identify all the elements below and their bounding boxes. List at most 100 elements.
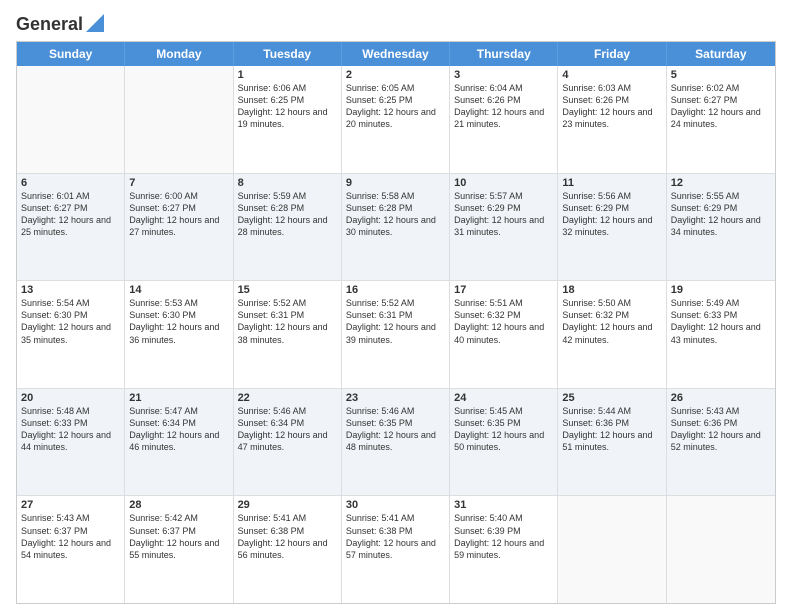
day-number: 23 bbox=[346, 392, 445, 404]
day-info: Sunrise: 6:05 AM Sunset: 6:25 PM Dayligh… bbox=[346, 82, 445, 131]
day-number: 18 bbox=[562, 284, 661, 296]
day-info: Sunrise: 5:41 AM Sunset: 6:38 PM Dayligh… bbox=[238, 512, 337, 561]
day-number: 6 bbox=[21, 177, 120, 189]
day-info: Sunrise: 5:41 AM Sunset: 6:38 PM Dayligh… bbox=[346, 512, 445, 561]
day-number: 8 bbox=[238, 177, 337, 189]
calendar-cell-5: 5Sunrise: 6:02 AM Sunset: 6:27 PM Daylig… bbox=[667, 66, 775, 173]
calendar-cell-15: 15Sunrise: 5:52 AM Sunset: 6:31 PM Dayli… bbox=[234, 281, 342, 388]
day-number: 2 bbox=[346, 69, 445, 81]
calendar-cell-17: 17Sunrise: 5:51 AM Sunset: 6:32 PM Dayli… bbox=[450, 281, 558, 388]
day-info: Sunrise: 5:45 AM Sunset: 6:35 PM Dayligh… bbox=[454, 405, 553, 454]
day-info: Sunrise: 5:42 AM Sunset: 6:37 PM Dayligh… bbox=[129, 512, 228, 561]
calendar-cell-20: 20Sunrise: 5:48 AM Sunset: 6:33 PM Dayli… bbox=[17, 389, 125, 496]
day-info: Sunrise: 5:50 AM Sunset: 6:32 PM Dayligh… bbox=[562, 297, 661, 346]
day-number: 3 bbox=[454, 69, 553, 81]
cal-header-day: Monday bbox=[125, 42, 233, 66]
calendar-cell-19: 19Sunrise: 5:49 AM Sunset: 6:33 PM Dayli… bbox=[667, 281, 775, 388]
day-number: 21 bbox=[129, 392, 228, 404]
day-number: 1 bbox=[238, 69, 337, 81]
day-number: 5 bbox=[671, 69, 771, 81]
day-info: Sunrise: 5:56 AM Sunset: 6:29 PM Dayligh… bbox=[562, 190, 661, 239]
day-number: 26 bbox=[671, 392, 771, 404]
day-info: Sunrise: 5:51 AM Sunset: 6:32 PM Dayligh… bbox=[454, 297, 553, 346]
day-number: 17 bbox=[454, 284, 553, 296]
calendar-cell-30: 30Sunrise: 5:41 AM Sunset: 6:38 PM Dayli… bbox=[342, 496, 450, 603]
calendar-cell-22: 22Sunrise: 5:46 AM Sunset: 6:34 PM Dayli… bbox=[234, 389, 342, 496]
calendar-cell-24: 24Sunrise: 5:45 AM Sunset: 6:35 PM Dayli… bbox=[450, 389, 558, 496]
day-number: 4 bbox=[562, 69, 661, 81]
day-info: Sunrise: 6:00 AM Sunset: 6:27 PM Dayligh… bbox=[129, 190, 228, 239]
calendar-header: SundayMondayTuesdayWednesdayThursdayFrid… bbox=[17, 42, 775, 66]
day-info: Sunrise: 5:40 AM Sunset: 6:39 PM Dayligh… bbox=[454, 512, 553, 561]
calendar-row: 27Sunrise: 5:43 AM Sunset: 6:37 PM Dayli… bbox=[17, 495, 775, 603]
day-info: Sunrise: 6:06 AM Sunset: 6:25 PM Dayligh… bbox=[238, 82, 337, 131]
day-number: 20 bbox=[21, 392, 120, 404]
calendar-cell-11: 11Sunrise: 5:56 AM Sunset: 6:29 PM Dayli… bbox=[558, 174, 666, 281]
calendar-cell-31: 31Sunrise: 5:40 AM Sunset: 6:39 PM Dayli… bbox=[450, 496, 558, 603]
calendar-cell-13: 13Sunrise: 5:54 AM Sunset: 6:30 PM Dayli… bbox=[17, 281, 125, 388]
calendar-cell-empty bbox=[558, 496, 666, 603]
day-info: Sunrise: 6:02 AM Sunset: 6:27 PM Dayligh… bbox=[671, 82, 771, 131]
day-info: Sunrise: 6:04 AM Sunset: 6:26 PM Dayligh… bbox=[454, 82, 553, 131]
cal-header-day: Saturday bbox=[667, 42, 775, 66]
calendar-cell-10: 10Sunrise: 5:57 AM Sunset: 6:29 PM Dayli… bbox=[450, 174, 558, 281]
day-info: Sunrise: 5:53 AM Sunset: 6:30 PM Dayligh… bbox=[129, 297, 228, 346]
calendar-cell-16: 16Sunrise: 5:52 AM Sunset: 6:31 PM Dayli… bbox=[342, 281, 450, 388]
day-number: 16 bbox=[346, 284, 445, 296]
day-number: 9 bbox=[346, 177, 445, 189]
calendar-cell-28: 28Sunrise: 5:42 AM Sunset: 6:37 PM Dayli… bbox=[125, 496, 233, 603]
page: General SundayMondayTuesdayWednesdayThur… bbox=[0, 0, 792, 612]
calendar-cell-7: 7Sunrise: 6:00 AM Sunset: 6:27 PM Daylig… bbox=[125, 174, 233, 281]
calendar-cell-4: 4Sunrise: 6:03 AM Sunset: 6:26 PM Daylig… bbox=[558, 66, 666, 173]
day-number: 22 bbox=[238, 392, 337, 404]
day-number: 28 bbox=[129, 499, 228, 511]
calendar-row: 20Sunrise: 5:48 AM Sunset: 6:33 PM Dayli… bbox=[17, 388, 775, 496]
day-number: 15 bbox=[238, 284, 337, 296]
day-info: Sunrise: 6:03 AM Sunset: 6:26 PM Dayligh… bbox=[562, 82, 661, 131]
day-number: 14 bbox=[129, 284, 228, 296]
day-number: 29 bbox=[238, 499, 337, 511]
day-info: Sunrise: 5:54 AM Sunset: 6:30 PM Dayligh… bbox=[21, 297, 120, 346]
day-info: Sunrise: 5:48 AM Sunset: 6:33 PM Dayligh… bbox=[21, 405, 120, 454]
day-number: 11 bbox=[562, 177, 661, 189]
day-number: 7 bbox=[129, 177, 228, 189]
cal-header-day: Sunday bbox=[17, 42, 125, 66]
header: General bbox=[16, 12, 776, 33]
day-info: Sunrise: 5:55 AM Sunset: 6:29 PM Dayligh… bbox=[671, 190, 771, 239]
cal-header-day: Wednesday bbox=[342, 42, 450, 66]
day-info: Sunrise: 5:43 AM Sunset: 6:37 PM Dayligh… bbox=[21, 512, 120, 561]
calendar-cell-2: 2Sunrise: 6:05 AM Sunset: 6:25 PM Daylig… bbox=[342, 66, 450, 173]
calendar-cell-empty bbox=[17, 66, 125, 173]
day-number: 19 bbox=[671, 284, 771, 296]
day-number: 30 bbox=[346, 499, 445, 511]
calendar-cell-empty bbox=[667, 496, 775, 603]
calendar-cell-12: 12Sunrise: 5:55 AM Sunset: 6:29 PM Dayli… bbox=[667, 174, 775, 281]
day-info: Sunrise: 5:43 AM Sunset: 6:36 PM Dayligh… bbox=[671, 405, 771, 454]
day-info: Sunrise: 5:46 AM Sunset: 6:34 PM Dayligh… bbox=[238, 405, 337, 454]
logo-icon bbox=[86, 14, 104, 32]
calendar-row: 13Sunrise: 5:54 AM Sunset: 6:30 PM Dayli… bbox=[17, 280, 775, 388]
day-info: Sunrise: 6:01 AM Sunset: 6:27 PM Dayligh… bbox=[21, 190, 120, 239]
day-number: 12 bbox=[671, 177, 771, 189]
day-info: Sunrise: 5:58 AM Sunset: 6:28 PM Dayligh… bbox=[346, 190, 445, 239]
day-number: 24 bbox=[454, 392, 553, 404]
calendar-cell-26: 26Sunrise: 5:43 AM Sunset: 6:36 PM Dayli… bbox=[667, 389, 775, 496]
day-info: Sunrise: 5:44 AM Sunset: 6:36 PM Dayligh… bbox=[562, 405, 661, 454]
calendar-cell-empty bbox=[125, 66, 233, 173]
calendar-cell-25: 25Sunrise: 5:44 AM Sunset: 6:36 PM Dayli… bbox=[558, 389, 666, 496]
cal-header-day: Tuesday bbox=[234, 42, 342, 66]
day-number: 10 bbox=[454, 177, 553, 189]
calendar-row: 1Sunrise: 6:06 AM Sunset: 6:25 PM Daylig… bbox=[17, 66, 775, 173]
calendar-cell-8: 8Sunrise: 5:59 AM Sunset: 6:28 PM Daylig… bbox=[234, 174, 342, 281]
day-number: 25 bbox=[562, 392, 661, 404]
calendar-cell-29: 29Sunrise: 5:41 AM Sunset: 6:38 PM Dayli… bbox=[234, 496, 342, 603]
calendar-cell-9: 9Sunrise: 5:58 AM Sunset: 6:28 PM Daylig… bbox=[342, 174, 450, 281]
calendar-row: 6Sunrise: 6:01 AM Sunset: 6:27 PM Daylig… bbox=[17, 173, 775, 281]
day-info: Sunrise: 5:49 AM Sunset: 6:33 PM Dayligh… bbox=[671, 297, 771, 346]
calendar: SundayMondayTuesdayWednesdayThursdayFrid… bbox=[16, 41, 776, 604]
day-number: 31 bbox=[454, 499, 553, 511]
day-info: Sunrise: 5:46 AM Sunset: 6:35 PM Dayligh… bbox=[346, 405, 445, 454]
day-info: Sunrise: 5:57 AM Sunset: 6:29 PM Dayligh… bbox=[454, 190, 553, 239]
calendar-cell-18: 18Sunrise: 5:50 AM Sunset: 6:32 PM Dayli… bbox=[558, 281, 666, 388]
day-info: Sunrise: 5:59 AM Sunset: 6:28 PM Dayligh… bbox=[238, 190, 337, 239]
